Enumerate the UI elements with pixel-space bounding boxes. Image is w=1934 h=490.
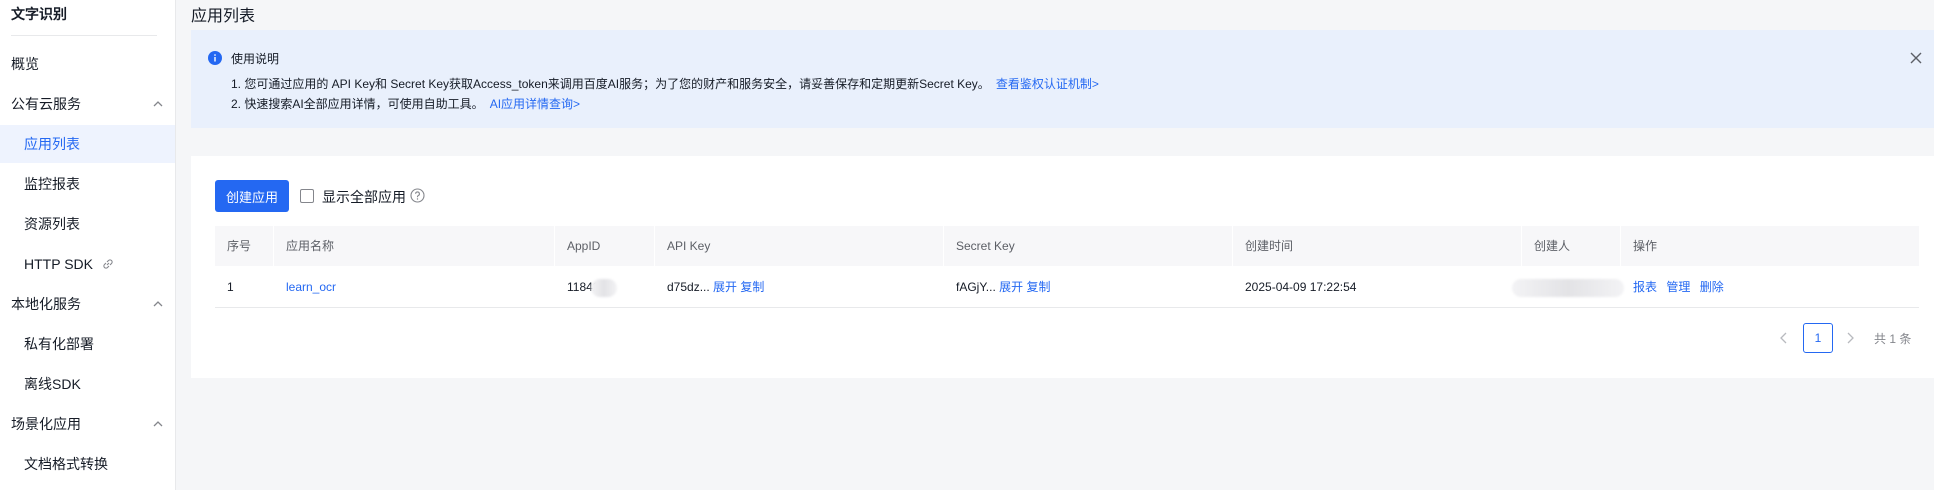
- sidebar-item-resource-list[interactable]: 资源列表: [0, 205, 175, 243]
- secret-key-value: fAGjY...: [956, 280, 996, 294]
- notice-line-1: 1. 您可通过应用的 API Key和 Secret Key获取Access_t…: [231, 75, 1099, 92]
- sidebar-group-label: 本地化服务: [11, 296, 81, 312]
- column-header-secret-key: Secret Key: [956, 239, 1015, 253]
- notice-title: 使用说明: [231, 52, 280, 66]
- info-icon: [208, 51, 222, 65]
- app-list-card: 创建应用 显示全部应用 序号 应用名称 AppID API Key Secret…: [191, 156, 1934, 378]
- sidebar-group-label: 场景化应用: [11, 416, 81, 432]
- sidebar-item-label: HTTP SDK: [24, 256, 93, 272]
- redaction-blur: [1512, 278, 1624, 297]
- sidebar-divider: [11, 35, 157, 36]
- cell-actions: 报表 管理 删除: [1621, 266, 1724, 308]
- chevron-up-icon: [153, 301, 163, 307]
- page-title: 应用列表: [191, 8, 256, 25]
- auth-mechanism-link[interactable]: 查看鉴权认证机制>: [996, 77, 1099, 91]
- delete-action-link[interactable]: 删除: [1700, 280, 1724, 294]
- usage-notice: 使用说明 1. 您可通过应用的 API Key和 Secret Key获取Acc…: [191, 30, 1934, 128]
- notice-line-text: 2. 快速搜索AI全部应用详情，可使用自助工具。: [231, 97, 484, 111]
- chevron-up-icon: [153, 421, 163, 427]
- sidebar-item-overview[interactable]: 概览: [0, 45, 175, 83]
- chevron-right-icon[interactable]: [1842, 330, 1858, 346]
- column-header-index: 序号: [227, 239, 252, 253]
- column-header-creator: 创建人: [1534, 239, 1571, 253]
- redaction-blur: [591, 278, 618, 297]
- column-header-appid: AppID: [567, 239, 601, 253]
- table-header: 序号 应用名称 AppID API Key Secret Key 创建时间 创建…: [215, 226, 1919, 266]
- external-link-icon: [103, 259, 113, 269]
- sidebar-item-monitor-report[interactable]: 监控报表: [0, 165, 175, 203]
- table-row: 1 learn_ocr 11842 d75dz... 展开 复制 fAGjY..…: [215, 266, 1919, 308]
- close-icon[interactable]: [1908, 50, 1924, 66]
- cell-secret-key: fAGjY... 展开 复制: [944, 266, 1051, 308]
- api-key-expand-link[interactable]: 展开: [713, 280, 737, 294]
- secret-key-copy-link[interactable]: 复制: [1027, 280, 1051, 294]
- sidebar-item-app-list[interactable]: 应用列表: [0, 125, 175, 163]
- column-header-created-at: 创建时间: [1245, 239, 1294, 253]
- pagination-page[interactable]: 1: [1803, 323, 1833, 353]
- create-app-button[interactable]: 创建应用: [215, 180, 289, 212]
- app-name-link[interactable]: learn_ocr: [274, 266, 336, 308]
- app-detail-query-link[interactable]: AI应用详情查询>: [490, 97, 580, 111]
- chevron-left-icon[interactable]: [1776, 330, 1792, 346]
- cell-index: 1: [227, 280, 234, 294]
- help-icon[interactable]: [410, 188, 425, 203]
- column-header-name: 应用名称: [286, 239, 335, 253]
- show-all-checkbox[interactable]: [300, 189, 314, 203]
- manage-action-link[interactable]: 管理: [1666, 280, 1690, 294]
- api-key-copy-link[interactable]: 复制: [740, 280, 764, 294]
- sidebar-item-doc-convert[interactable]: 文档格式转换: [0, 445, 175, 483]
- report-action-link[interactable]: 报表: [1633, 280, 1657, 294]
- sidebar-group-public-cloud[interactable]: 公有云服务: [0, 85, 175, 123]
- column-header-api-key: API Key: [667, 239, 711, 253]
- sidebar-group-scenario-app[interactable]: 场景化应用: [0, 405, 175, 443]
- chevron-up-icon: [153, 101, 163, 107]
- sidebar-item-private-deploy[interactable]: 私有化部署: [0, 325, 175, 363]
- sidebar: 文字识别 概览 公有云服务 应用列表 监控报表 资源列表 HTTP SDK 本地…: [0, 0, 176, 490]
- column-header-actions: 操作: [1633, 239, 1658, 253]
- cell-appid: 11842: [555, 266, 618, 308]
- notice-line-text: 1. 您可通过应用的 API Key和 Secret Key获取Access_t…: [231, 77, 990, 91]
- sidebar-item-offline-sdk[interactable]: 离线SDK: [0, 365, 175, 403]
- sidebar-group-local-service[interactable]: 本地化服务: [0, 285, 175, 323]
- notice-line-2: 2. 快速搜索AI全部应用详情，可使用自助工具。 AI应用详情查询>: [231, 95, 580, 112]
- cell-created-at: 2025-04-09 17:22:54: [1245, 280, 1357, 294]
- cell-creator: [1500, 266, 1624, 308]
- show-all-label[interactable]: 显示全部应用: [322, 187, 406, 207]
- cell-api-key: d75dz... 展开 复制: [655, 266, 764, 308]
- secret-key-expand-link[interactable]: 展开: [999, 280, 1023, 294]
- pagination-total: 共 1 条: [1874, 332, 1912, 346]
- sidebar-group-label: 公有云服务: [11, 96, 81, 112]
- sidebar-title: 文字识别: [11, 6, 67, 22]
- api-key-value: d75dz...: [667, 280, 710, 294]
- sidebar-item-http-sdk[interactable]: HTTP SDK: [0, 245, 175, 283]
